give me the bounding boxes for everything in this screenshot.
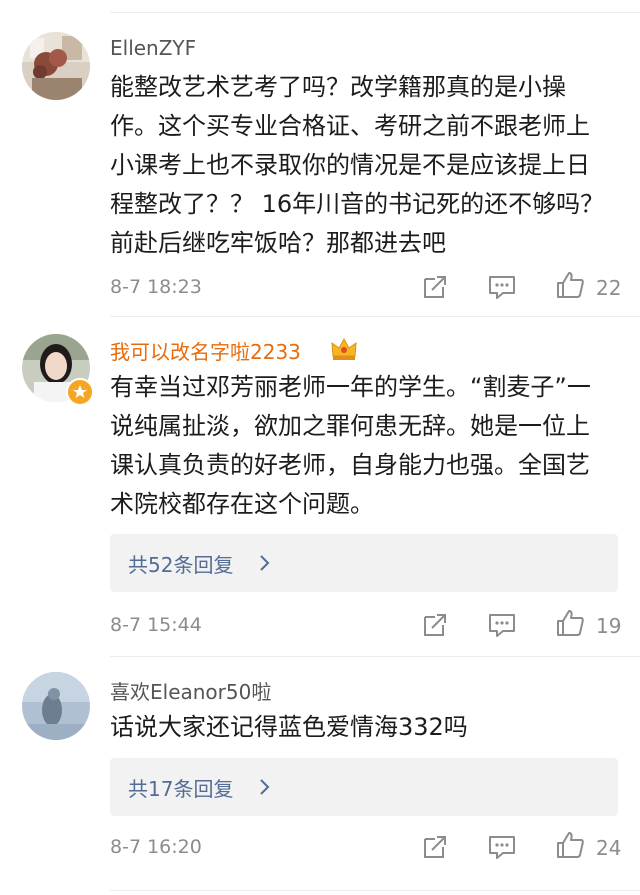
comment-item: 喜欢Eleanor50啦 话说大家还记得蓝色爱情海332吗 共17条回复 8-7…: [0, 658, 640, 895]
like-count: 22: [596, 276, 622, 300]
comment-item: EllenZYF 能整改艺术艺考了吗？改学籍那真的是小操作。这个买专业合格证、考…: [0, 0, 640, 320]
chevron-right-icon: [260, 555, 270, 571]
divider: [110, 890, 640, 891]
share-icon[interactable]: [420, 832, 450, 862]
comment-text: 话说大家还记得蓝色爱情海332吗: [110, 713, 468, 741]
like-icon[interactable]: [555, 830, 585, 860]
username[interactable]: 喜欢Eleanor50啦: [110, 676, 271, 705]
timestamp: 8-7 15:44: [110, 614, 202, 636]
comment-icon[interactable]: [487, 832, 517, 862]
like-count: 24: [596, 836, 622, 860]
comment-icon[interactable]: [487, 610, 517, 640]
replies-label: 共17条回复: [128, 777, 234, 801]
share-icon[interactable]: [420, 610, 450, 640]
crown-icon: [331, 337, 357, 360]
replies-button[interactable]: 共17条回复: [110, 758, 618, 816]
timestamp: 8-7 18:23: [110, 276, 202, 298]
username[interactable]: 我可以改名字啦2233: [110, 336, 301, 365]
username[interactable]: EllenZYF: [110, 36, 196, 60]
divider: [110, 316, 640, 317]
replies-button[interactable]: 共52条回复: [110, 534, 618, 592]
avatar[interactable]: [22, 32, 90, 100]
avatar[interactable]: [22, 672, 90, 740]
like-icon[interactable]: [555, 608, 585, 638]
comment-text: 有幸当过邓芳丽老师一年的学生。“割麦子”一说纯属扯淡，欲加之罪何患无辞。她是一位…: [110, 373, 591, 518]
like-icon[interactable]: [555, 270, 585, 300]
comment-icon[interactable]: [487, 272, 517, 302]
share-icon[interactable]: [420, 272, 450, 302]
timestamp: 8-7 16:20: [110, 836, 202, 858]
verified-badge-icon: [66, 378, 94, 406]
divider: [110, 656, 640, 657]
like-count: 19: [596, 614, 622, 638]
replies-label: 共52条回复: [128, 553, 234, 577]
comment-item: 我可以改名字啦2233 有幸当过邓芳丽老师一年的学生。“割麦子”一说纯属扯淡，欲…: [0, 318, 640, 658]
chevron-right-icon: [260, 779, 270, 795]
comment-text: 能整改艺术艺考了吗？改学籍那真的是小操作。这个买专业合格证、考研之前不跟老师上小…: [110, 73, 605, 257]
